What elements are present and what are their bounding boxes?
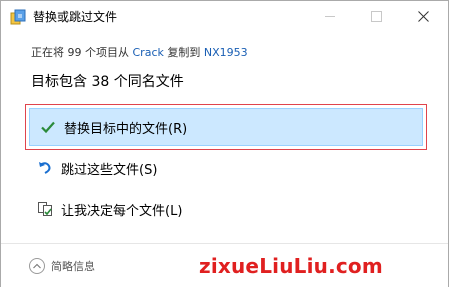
title-bar[interactable]: 替换或跳过文件: [1, 1, 448, 31]
conflict-heading: 目标包含 38 个同名文件: [31, 74, 184, 90]
replace-or-skip-dialog: 替换或跳过文件 正在将 99 个项目从 Crack 复制到 NX1953 目标包…: [0, 0, 449, 287]
maximize-button[interactable]: [353, 1, 399, 31]
details-toggle-button[interactable]: 简略信息: [29, 258, 95, 274]
source-folder-link[interactable]: Crack: [133, 46, 164, 59]
watermark-text: zixueLiuLiu.com: [199, 254, 383, 278]
replace-files-label: 替换目标中的文件(R): [64, 121, 188, 137]
window-title: 替换或跳过文件: [33, 10, 118, 24]
copy-info-prefix: 正在将 99 个项目从: [31, 46, 129, 59]
skip-files-label: 跳过这些文件(S): [61, 162, 158, 178]
checkmark-icon: [38, 117, 58, 137]
copy-files-icon: [10, 9, 26, 25]
skip-files-option[interactable]: 跳过这些文件(S): [25, 148, 425, 188]
minimize-icon: [325, 15, 335, 17]
replace-files-option[interactable]: 替换目标中的文件(R): [25, 104, 427, 150]
destination-folder-link[interactable]: NX1953: [204, 46, 248, 59]
maximize-icon: [370, 10, 382, 22]
copy-info-line: 正在将 99 个项目从 Crack 复制到 NX1953: [31, 44, 248, 60]
decide-each-file-label: 让我决定每个文件(L): [61, 203, 183, 219]
copy-info-middle: 复制到: [167, 46, 201, 59]
minimize-button[interactable]: [307, 1, 353, 31]
compare-files-icon: [35, 199, 55, 219]
close-button[interactable]: [400, 1, 446, 31]
details-toggle-label: 简略信息: [51, 260, 95, 273]
decide-each-file-option[interactable]: 让我决定每个文件(L): [25, 189, 425, 229]
close-icon: [417, 10, 429, 22]
skip-arrow-icon: [35, 158, 55, 178]
chevron-up-icon: [29, 258, 45, 274]
